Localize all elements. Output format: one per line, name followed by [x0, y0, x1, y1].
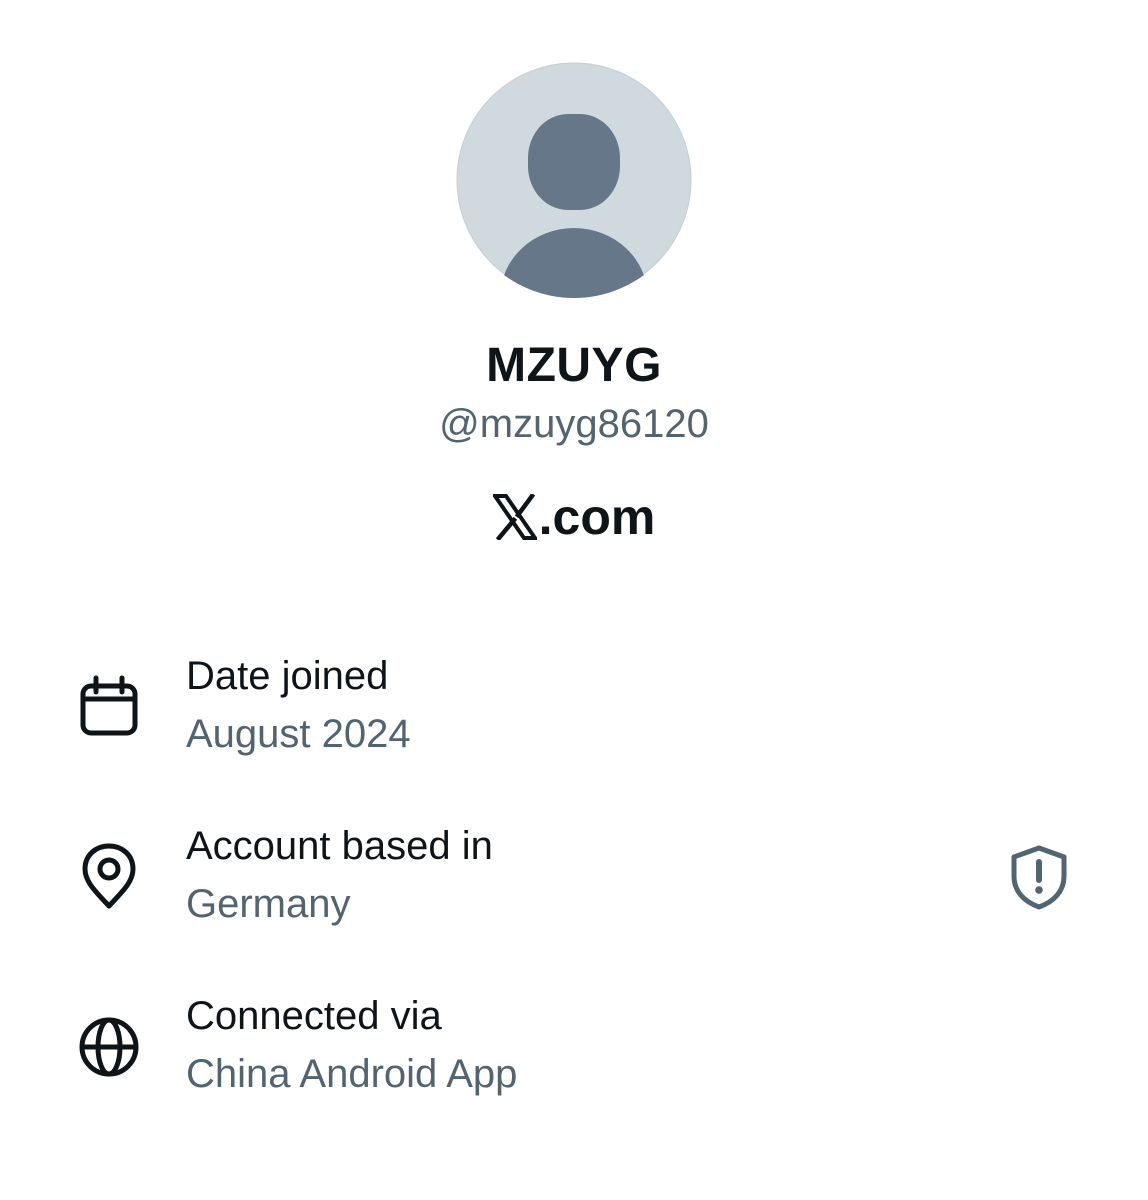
avatar[interactable]	[456, 62, 692, 298]
detail-row-connected-via: Connected via China Android App	[0, 990, 1148, 1110]
location-pin-icon	[74, 842, 144, 912]
detail-row-account-based-in: Account based in Germany	[0, 820, 1148, 940]
default-avatar-icon	[456, 62, 692, 298]
detail-value: August 2024	[186, 712, 411, 756]
detail-value: China Android App	[186, 1052, 518, 1096]
display-name: MZUYG	[486, 339, 662, 392]
brand-label: .com	[0, 486, 1148, 554]
brand-domain: .com	[538, 489, 656, 545]
detail-row-date-joined: Date joined August 2024	[0, 650, 1148, 770]
x-logo-icon	[490, 492, 539, 554]
calendar-icon	[74, 672, 144, 742]
user-handle: @mzuyg86120	[439, 402, 709, 446]
shield-alert-icon[interactable]	[1004, 842, 1074, 912]
detail-title: Connected via	[186, 994, 442, 1038]
detail-title: Account based in	[186, 824, 493, 868]
globe-icon	[74, 1012, 144, 1082]
detail-value: Germany	[186, 882, 351, 926]
detail-title: Date joined	[186, 654, 389, 698]
